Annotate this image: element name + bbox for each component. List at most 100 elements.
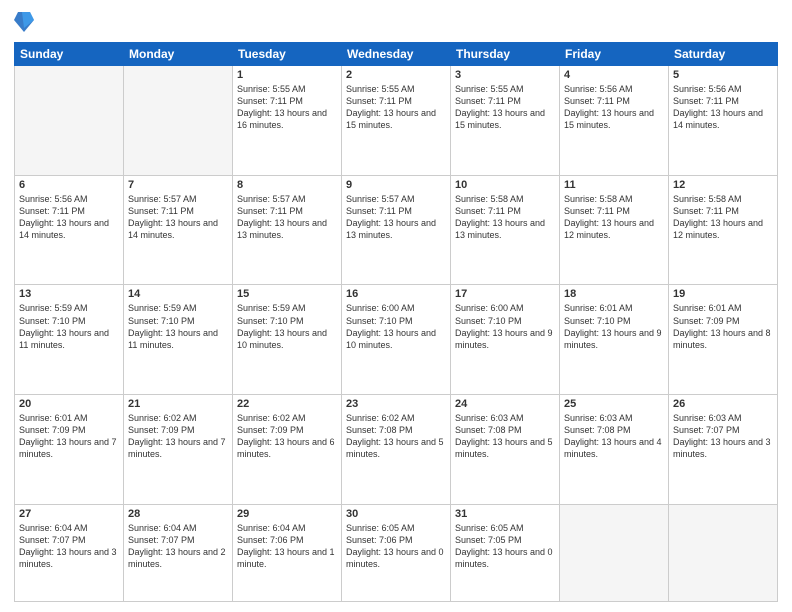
day-header-sunday: Sunday bbox=[15, 43, 124, 66]
calendar-cell: 13Sunrise: 5:59 AM Sunset: 7:10 PM Dayli… bbox=[15, 285, 124, 395]
day-number: 6 bbox=[19, 179, 119, 191]
day-number: 30 bbox=[346, 508, 446, 520]
day-info: Sunrise: 6:04 AM Sunset: 7:06 PM Dayligh… bbox=[237, 522, 337, 571]
day-info: Sunrise: 5:57 AM Sunset: 7:11 PM Dayligh… bbox=[346, 193, 446, 242]
day-info: Sunrise: 5:57 AM Sunset: 7:11 PM Dayligh… bbox=[128, 193, 228, 242]
day-info: Sunrise: 5:55 AM Sunset: 7:11 PM Dayligh… bbox=[237, 83, 337, 132]
day-number: 11 bbox=[564, 179, 664, 191]
day-number: 10 bbox=[455, 179, 555, 191]
day-header-friday: Friday bbox=[560, 43, 669, 66]
calendar-cell: 19 Sunrise: 6:01 AM Sunset: 7:09 PM Dayli… bbox=[669, 285, 778, 395]
day-info: Sunrise: 6:01 AM Sunset: 7:10 PM Dayligh… bbox=[564, 302, 664, 351]
day-number: 27 bbox=[19, 508, 119, 520]
calendar-header-row: SundayMondayTuesdayWednesdayThursdayFrid… bbox=[15, 43, 778, 66]
day-number: 20 bbox=[19, 398, 119, 410]
day-info: Sunrise: 6:04 AM Sunset: 7:07 PM Dayligh… bbox=[128, 522, 228, 571]
day-info: Sunrise: 6:04 AM Sunset: 7:07 PM Dayligh… bbox=[19, 522, 119, 571]
day-number: 7 bbox=[128, 179, 228, 191]
calendar-cell: 21 Sunrise: 6:02 AM Sunset: 7:09 PM Dayli… bbox=[124, 395, 233, 505]
day-info: Sunrise: 5:56 AM Sunset: 7:11 PM Dayligh… bbox=[673, 83, 773, 132]
day-number: 24 bbox=[455, 398, 555, 410]
day-info: Sunrise: 6:03 AM Sunset: 7:08 PM Dayligh… bbox=[455, 412, 555, 461]
day-info: Sunrise: 5:55 AM Sunset: 7:11 PM Dayligh… bbox=[455, 83, 555, 132]
calendar-table: SundayMondayTuesdayWednesdayThursdayFrid… bbox=[14, 42, 778, 602]
day-info: Sunrise: 6:03 AM Sunset: 7:07 PM Dayligh… bbox=[673, 412, 773, 461]
calendar-cell: 30 Sunrise: 6:05 AM Sunset: 7:06 PM Dayli… bbox=[342, 504, 451, 601]
day-number: 18 bbox=[564, 288, 664, 300]
calendar-cell: 6 Sunrise: 5:56 AM Sunset: 7:11 PM Daylig… bbox=[15, 175, 124, 285]
day-number: 12 bbox=[673, 179, 773, 191]
calendar-cell bbox=[560, 504, 669, 601]
calendar-cell: 24 Sunrise: 6:03 AM Sunset: 7:08 PM Dayli… bbox=[451, 395, 560, 505]
day-info: Sunrise: 6:00 AM Sunset: 7:10 PM Dayligh… bbox=[455, 302, 555, 351]
day-header-wednesday: Wednesday bbox=[342, 43, 451, 66]
day-number: 22 bbox=[237, 398, 337, 410]
day-number: 8 bbox=[237, 179, 337, 191]
calendar-cell: 16 Sunrise: 6:00 AM Sunset: 7:10 PM Dayli… bbox=[342, 285, 451, 395]
calendar-cell: 11 Sunrise: 5:58 AM Sunset: 7:11 PM Dayli… bbox=[560, 175, 669, 285]
calendar-cell: 1 Sunrise: 5:55 AM Sunset: 7:11 PM Daylig… bbox=[233, 66, 342, 176]
calendar-cell: 5Sunrise: 5:56 AM Sunset: 7:11 PM Daylig… bbox=[669, 66, 778, 176]
day-number: 17 bbox=[455, 288, 555, 300]
calendar-week-row: 27 Sunrise: 6:04 AM Sunset: 7:07 PM Dayli… bbox=[15, 504, 778, 601]
calendar-cell: 29Sunrise: 6:04 AM Sunset: 7:06 PM Dayli… bbox=[233, 504, 342, 601]
day-number: 9 bbox=[346, 179, 446, 191]
day-info: Sunrise: 5:58 AM Sunset: 7:11 PM Dayligh… bbox=[673, 193, 773, 242]
calendar-cell bbox=[15, 66, 124, 176]
day-number: 15 bbox=[237, 288, 337, 300]
day-header-saturday: Saturday bbox=[669, 43, 778, 66]
day-number: 21 bbox=[128, 398, 228, 410]
calendar-cell: 7 Sunrise: 5:57 AM Sunset: 7:11 PM Daylig… bbox=[124, 175, 233, 285]
day-info: Sunrise: 5:56 AM Sunset: 7:11 PM Dayligh… bbox=[564, 83, 664, 132]
day-number: 19 bbox=[673, 288, 773, 300]
day-info: Sunrise: 5:58 AM Sunset: 7:11 PM Dayligh… bbox=[564, 193, 664, 242]
day-number: 13 bbox=[19, 288, 119, 300]
day-header-tuesday: Tuesday bbox=[233, 43, 342, 66]
day-number: 16 bbox=[346, 288, 446, 300]
day-number: 1 bbox=[237, 69, 337, 81]
calendar-cell: 18 Sunrise: 6:01 AM Sunset: 7:10 PM Dayli… bbox=[560, 285, 669, 395]
day-number: 4 bbox=[564, 69, 664, 81]
day-number: 31 bbox=[455, 508, 555, 520]
day-number: 26 bbox=[673, 398, 773, 410]
day-info: Sunrise: 6:05 AM Sunset: 7:06 PM Dayligh… bbox=[346, 522, 446, 571]
day-header-monday: Monday bbox=[124, 43, 233, 66]
calendar-cell: 12 Sunrise: 5:58 AM Sunset: 7:11 PM Dayli… bbox=[669, 175, 778, 285]
day-info: Sunrise: 6:01 AM Sunset: 7:09 PM Dayligh… bbox=[673, 302, 773, 351]
calendar-cell: 14 Sunrise: 5:59 AM Sunset: 7:10 PM Dayli… bbox=[124, 285, 233, 395]
day-number: 14 bbox=[128, 288, 228, 300]
day-info: Sunrise: 5:55 AM Sunset: 7:11 PM Dayligh… bbox=[346, 83, 446, 132]
calendar-cell: 25 Sunrise: 6:03 AM Sunset: 7:08 PM Dayli… bbox=[560, 395, 669, 505]
day-info: Sunrise: 6:03 AM Sunset: 7:08 PM Dayligh… bbox=[564, 412, 664, 461]
calendar-cell: 3 Sunrise: 5:55 AM Sunset: 7:11 PM Daylig… bbox=[451, 66, 560, 176]
day-number: 25 bbox=[564, 398, 664, 410]
calendar-cell: 20 Sunrise: 6:01 AM Sunset: 7:09 PM Dayli… bbox=[15, 395, 124, 505]
day-header-thursday: Thursday bbox=[451, 43, 560, 66]
day-info: Sunrise: 6:00 AM Sunset: 7:10 PM Dayligh… bbox=[346, 302, 446, 351]
day-info: Sunrise: 6:02 AM Sunset: 7:09 PM Dayligh… bbox=[128, 412, 228, 461]
day-info: Sunrise: 6:01 AM Sunset: 7:09 PM Dayligh… bbox=[19, 412, 119, 461]
calendar-cell: 31 Sunrise: 6:05 AM Sunset: 7:05 PM Dayli… bbox=[451, 504, 560, 601]
day-info: Sunrise: 6:05 AM Sunset: 7:05 PM Dayligh… bbox=[455, 522, 555, 571]
calendar-week-row: 1 Sunrise: 5:55 AM Sunset: 7:11 PM Daylig… bbox=[15, 66, 778, 176]
day-info: Sunrise: 5:59 AM Sunset: 7:10 PM Dayligh… bbox=[237, 302, 337, 351]
calendar-cell bbox=[669, 504, 778, 601]
calendar-cell: 4 Sunrise: 5:56 AM Sunset: 7:11 PM Daylig… bbox=[560, 66, 669, 176]
day-info: Sunrise: 5:56 AM Sunset: 7:11 PM Dayligh… bbox=[19, 193, 119, 242]
calendar-cell: 2Sunrise: 5:55 AM Sunset: 7:11 PM Daylig… bbox=[342, 66, 451, 176]
day-number: 28 bbox=[128, 508, 228, 520]
calendar-cell: 17 Sunrise: 6:00 AM Sunset: 7:10 PM Dayli… bbox=[451, 285, 560, 395]
logo bbox=[14, 10, 38, 34]
day-info: Sunrise: 5:59 AM Sunset: 7:10 PM Dayligh… bbox=[128, 302, 228, 351]
calendar-cell: 9 Sunrise: 5:57 AM Sunset: 7:11 PM Daylig… bbox=[342, 175, 451, 285]
day-number: 23 bbox=[346, 398, 446, 410]
calendar-cell: 15 Sunrise: 5:59 AM Sunset: 7:10 PM Dayli… bbox=[233, 285, 342, 395]
day-number: 3 bbox=[455, 69, 555, 81]
calendar-cell: 23Sunrise: 6:02 AM Sunset: 7:08 PM Dayli… bbox=[342, 395, 451, 505]
header bbox=[14, 10, 778, 34]
calendar-week-row: 13 Sunrise: 5:59 AM Sunset: 7:10 PM Dayli… bbox=[15, 285, 778, 395]
day-info: Sunrise: 5:57 AM Sunset: 7:11 PM Dayligh… bbox=[237, 193, 337, 242]
calendar-cell: 22Sunrise: 6:02 AM Sunset: 7:09 PM Dayli… bbox=[233, 395, 342, 505]
calendar-cell: 27 Sunrise: 6:04 AM Sunset: 7:07 PM Dayli… bbox=[15, 504, 124, 601]
calendar-week-row: 20 Sunrise: 6:01 AM Sunset: 7:09 PM Dayli… bbox=[15, 395, 778, 505]
